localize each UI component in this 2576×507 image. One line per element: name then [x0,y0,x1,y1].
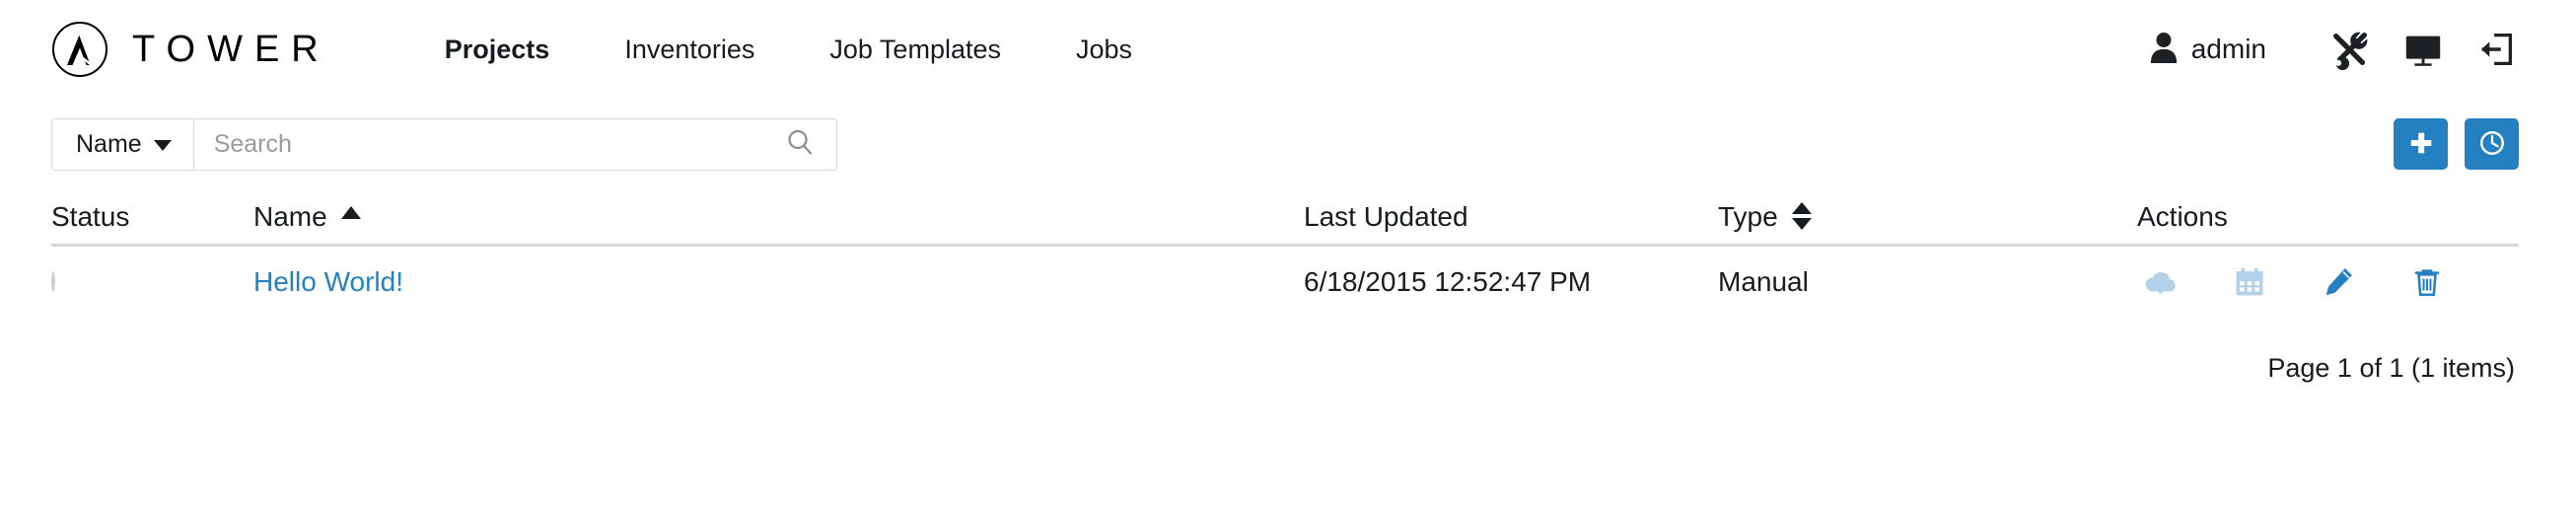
delete-trash-icon[interactable] [2407,262,2447,302]
search-icon[interactable] [785,127,815,162]
logout-icon[interactable] [2473,27,2519,72]
cell-last-updated: 6/18/2015 12:52:47 PM [1304,266,1592,297]
search-input-wrap [194,119,836,170]
search-group: Name [51,117,837,171]
search-field-selector[interactable]: Name [52,118,194,170]
column-header-status: Status [51,200,130,232]
settings-tools-icon[interactable] [2327,27,2373,72]
column-header-last-updated: Last Updated [1304,200,1468,232]
cloud-download-icon[interactable] [2141,262,2181,302]
cell-actions [2137,262,2519,302]
top-navigation-bar: TOWER Projects Inventories Job Templates… [0,0,2576,99]
schedule-button[interactable] [2465,118,2519,170]
table-footer: Page 1 of 1 (1 items) [0,318,2576,382]
calendar-schedule-icon[interactable] [2230,262,2269,302]
status-badge [51,271,55,292]
add-button[interactable] [2394,118,2448,170]
project-name-link[interactable]: Hello World! [253,266,403,297]
toolbar-actions [2394,118,2519,170]
table-header-row: Status Name Last Updated Type Actions [51,189,2519,247]
column-header-type-label: Type [1718,200,1778,232]
column-header-type[interactable]: Type [1718,200,2137,232]
user-area: admin [2149,27,2519,72]
table-row[interactable]: Hello World! 6/18/2015 12:52:47 PM Manua… [51,247,2519,318]
cell-status [51,271,253,292]
user-menu[interactable]: admin [2149,32,2266,68]
sort-toggle-icon [1791,201,1812,230]
clock-icon [2478,129,2506,160]
nav-item-projects[interactable]: Projects [407,36,588,63]
column-header-name[interactable]: Name [253,200,1304,232]
chevron-down-icon [153,140,172,151]
nav-item-job-templates[interactable]: Job Templates [792,36,1038,63]
nav-item-inventories[interactable]: Inventories [587,36,792,63]
toolbar: Name [0,99,2576,189]
search-field-label: Name [76,129,142,158]
cell-type: Manual [1718,266,1809,297]
monitor-icon[interactable] [2400,27,2446,72]
pagination-status: Page 1 of 1 (1 items) [2267,353,2515,383]
search-input[interactable] [213,129,785,159]
ansible-a-logo-icon [51,21,108,78]
plus-icon [2407,129,2435,160]
main-nav: Projects Inventories Job Templates Jobs [407,36,2149,63]
row-action-group [2137,262,2519,302]
user-name: admin [2190,34,2266,64]
brand-logo[interactable]: TOWER [51,21,330,78]
edit-pencil-icon[interactable] [2319,262,2358,302]
column-header-actions: Actions [2137,200,2228,232]
brand-name: TOWER [132,29,330,70]
projects-table: Status Name Last Updated Type Actions He… [0,189,2576,318]
cell-name: Hello World! [253,268,1304,296]
sort-ascending-icon [340,205,361,219]
column-header-name-label: Name [253,200,327,232]
nav-item-jobs[interactable]: Jobs [1038,36,1170,63]
user-icon [2149,32,2179,68]
